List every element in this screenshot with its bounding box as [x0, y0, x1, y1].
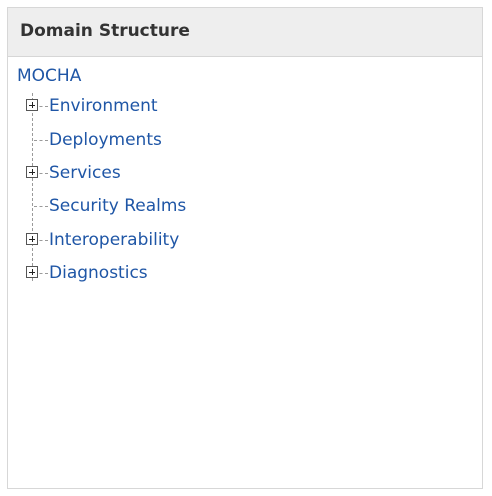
- tree-node-environment: Environment: [26, 96, 326, 118]
- expand-plus-icon[interactable]: [26, 266, 38, 278]
- panel-header: Domain Structure: [8, 8, 482, 57]
- tree-node-label[interactable]: Services: [49, 163, 121, 183]
- tree-node-label[interactable]: Environment: [49, 96, 158, 116]
- tree-node-interoperability: Interoperability: [26, 230, 326, 252]
- tree-node-deployments: Deployments: [26, 130, 326, 152]
- tree-node-label[interactable]: Security Realms: [49, 196, 186, 216]
- tree-connector-line: [32, 93, 33, 281]
- tree-node-services: Services: [26, 163, 326, 185]
- expand-plus-icon[interactable]: [26, 166, 38, 178]
- tree-node-label[interactable]: Deployments: [49, 130, 162, 150]
- domain-structure-panel: Domain Structure MOCHA Environment Deplo…: [7, 7, 483, 489]
- tree-connector: [34, 206, 48, 207]
- tree-node-security-realms: Security Realms: [26, 196, 326, 218]
- panel-title: Domain Structure: [20, 21, 190, 41]
- tree-connector: [34, 140, 48, 141]
- tree-node-label[interactable]: Diagnostics: [49, 263, 148, 283]
- tree-node-label[interactable]: Interoperability: [49, 230, 179, 250]
- expand-plus-icon[interactable]: [26, 99, 38, 111]
- domain-tree: MOCHA Environment Deployments Services S…: [8, 57, 482, 488]
- tree-root-mocha[interactable]: MOCHA: [17, 66, 81, 86]
- expand-plus-icon[interactable]: [26, 233, 38, 245]
- tree-node-diagnostics: Diagnostics: [26, 263, 326, 285]
